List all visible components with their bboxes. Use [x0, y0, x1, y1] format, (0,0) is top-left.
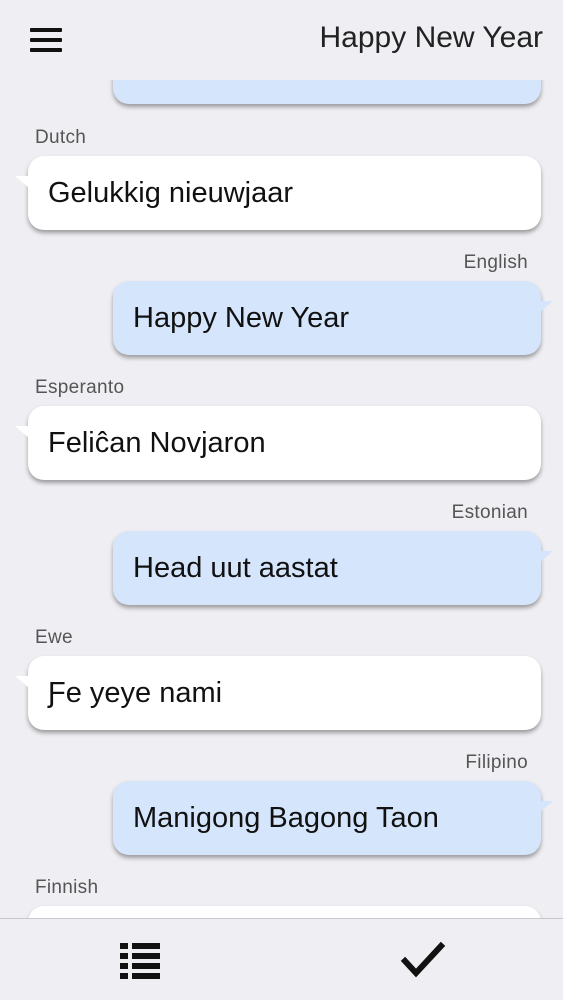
message-text: Manigong Bagong Taon [133, 802, 439, 834]
message-bubble-filipino[interactable]: Manigong Bagong Taon [113, 781, 553, 855]
message-list[interactable]: Dutch Gelukkig nieuwjaar English Happy N… [0, 0, 563, 918]
language-label-esperanto: Esperanto [35, 377, 125, 398]
message-bubble-dutch[interactable]: Gelukkig nieuwjaar [15, 156, 541, 230]
message-bubble-esperanto[interactable]: Feliĉan Novjaron [15, 406, 541, 480]
checkmark-icon[interactable] [400, 939, 446, 981]
message-text: Happy New Year [133, 302, 350, 334]
message-text: Gelukkig nieuwjaar [48, 177, 294, 209]
language-label-english: English [463, 252, 528, 273]
language-label-ewe: Ewe [35, 627, 73, 648]
language-label-dutch: Dutch [35, 127, 87, 148]
language-label-estonian: Estonian [451, 502, 528, 523]
hamburger-menu-icon[interactable] [26, 22, 66, 58]
message-bubble-finnish[interactable] [28, 906, 541, 918]
language-label-finnish: Finnish [35, 877, 99, 898]
message-bubble-estonian[interactable]: Head uut aastat [113, 531, 553, 605]
message-text: Ƒe yeye nami [48, 677, 223, 709]
message-text: Head uut aastat [133, 552, 338, 584]
bottom-toolbar [0, 918, 563, 1000]
app-bar: Happy New Year [0, 0, 563, 80]
list-icon[interactable] [120, 943, 164, 979]
page-title: Happy New Year [319, 21, 543, 54]
message-bubble-ewe[interactable]: Ƒe yeye nami [15, 656, 541, 730]
message-text: Feliĉan Novjaron [48, 427, 266, 459]
language-label-filipino: Filipino [465, 752, 528, 773]
message-bubble-english[interactable]: Happy New Year [113, 281, 553, 355]
